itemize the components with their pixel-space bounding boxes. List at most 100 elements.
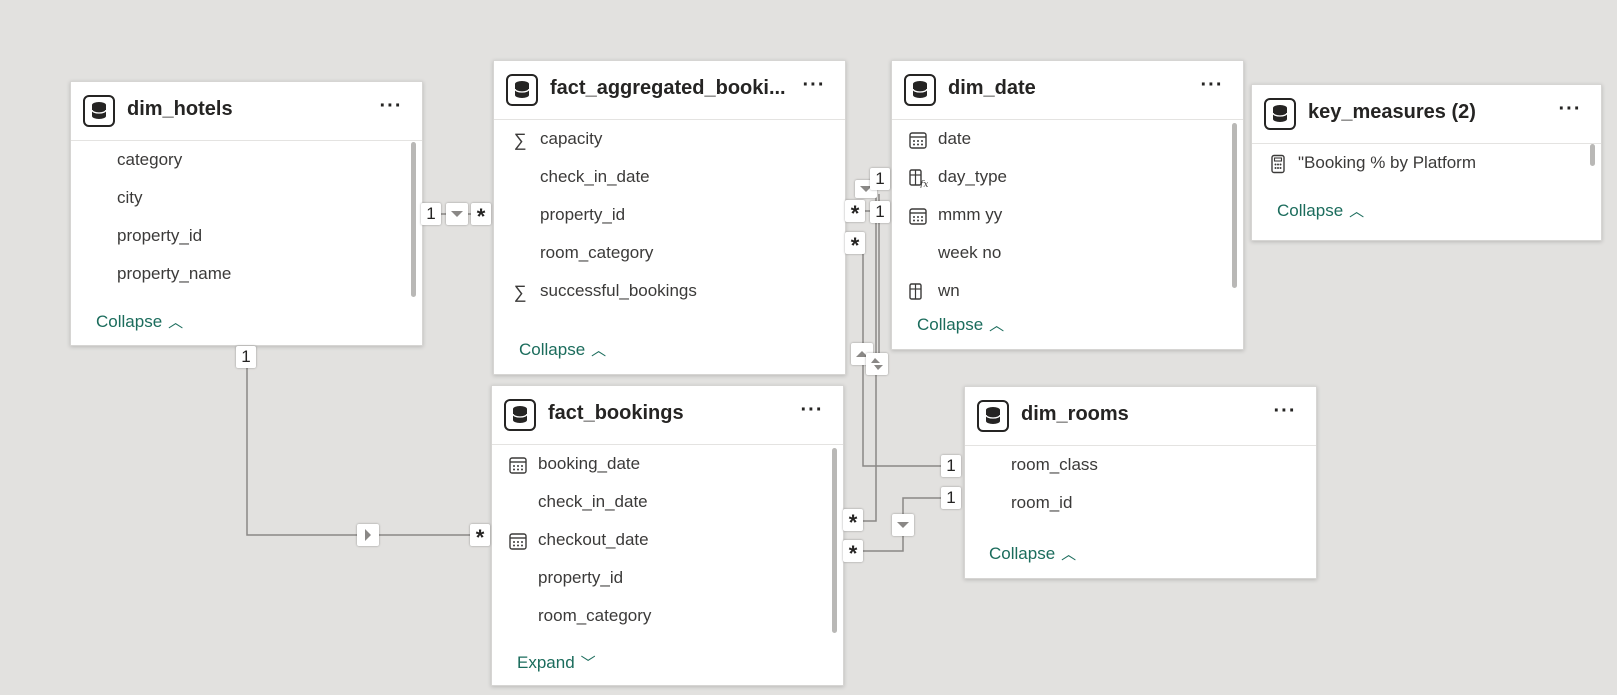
cardinality-many-badge[interactable]: * xyxy=(845,200,865,226)
table-header[interactable]: dim_date ··· xyxy=(892,61,1243,120)
table-icon xyxy=(504,399,536,431)
collapse-toggle[interactable]: Collapse ︿ xyxy=(917,314,1004,335)
field-name: property_id xyxy=(538,568,624,587)
field-name: mmm yy xyxy=(938,205,1003,224)
sigma-icon: ∑ xyxy=(513,130,527,150)
field-item[interactable]: ∑ capacity xyxy=(494,120,845,158)
table-title: fact_bookings xyxy=(548,402,684,424)
scrollbar[interactable] xyxy=(411,142,416,297)
field-name: "Booking % by Platform xyxy=(1298,153,1477,172)
field-item[interactable]: property_name xyxy=(71,255,422,293)
cardinality-many-badge[interactable]: * xyxy=(843,540,863,566)
collapse-toggle[interactable]: Collapse ︿ xyxy=(96,311,183,332)
field-item[interactable]: room_category xyxy=(492,597,843,635)
field-item[interactable]: check_in_date xyxy=(494,158,845,196)
field-item[interactable]: ∑ successful_bookings xyxy=(494,272,845,310)
calendar-icon xyxy=(909,208,927,225)
field-name: city xyxy=(117,188,143,207)
filter-direction-down-icon[interactable] xyxy=(892,514,914,536)
field-item[interactable]: wn xyxy=(892,272,1243,300)
table-header[interactable]: fact_bookings ··· xyxy=(492,386,843,445)
table-card-fact-bookings[interactable]: fact_bookings ··· booking_date check_in_… xyxy=(491,385,844,686)
table-card-fact-aggregated-bookings[interactable]: fact_aggregated_booki... ··· ∑ capacity c… xyxy=(493,60,846,375)
cardinality-many-badge[interactable]: * xyxy=(843,509,863,535)
field-name: check_in_date xyxy=(538,492,648,511)
field-name: room_category xyxy=(538,606,652,625)
field-item[interactable]: date xyxy=(892,120,1243,158)
more-options-button[interactable]: ··· xyxy=(1272,401,1298,423)
field-item[interactable]: check_in_date xyxy=(492,483,843,521)
collapse-toggle[interactable]: Collapse ︿ xyxy=(989,543,1076,564)
calendar-icon xyxy=(509,533,527,550)
cardinality-one-badge[interactable]: 1 xyxy=(870,201,890,223)
field-list: booking_date check_in_date checkout_date… xyxy=(492,445,843,641)
field-item[interactable]: room_class xyxy=(965,446,1316,484)
scrollbar[interactable] xyxy=(1590,144,1595,166)
field-item[interactable]: property_id xyxy=(494,196,845,234)
table-title: dim_date xyxy=(948,77,1036,99)
field-name: checkout_date xyxy=(538,530,649,549)
calculator-icon xyxy=(1271,154,1285,174)
field-name: check_in_date xyxy=(540,167,650,186)
field-item[interactable]: "Booking % by Platform xyxy=(1252,144,1601,182)
field-item[interactable]: mmm yy xyxy=(892,196,1243,234)
collapse-toggle[interactable]: Collapse ︿ xyxy=(1277,200,1364,221)
filter-direction-down-icon[interactable] xyxy=(446,203,468,225)
toggle-label: Collapse xyxy=(917,315,984,334)
field-item[interactable]: room_id xyxy=(965,484,1316,522)
table-card-dim-rooms[interactable]: dim_rooms ··· room_class room_id Collaps… xyxy=(964,386,1317,579)
collapse-toggle[interactable]: Collapse ︿ xyxy=(519,339,606,360)
field-item[interactable]: property_id xyxy=(492,559,843,597)
table-card-key-measures[interactable]: key_measures (2) ··· "Booking % by Platf… xyxy=(1251,84,1602,241)
cardinality-one-badge[interactable]: 1 xyxy=(870,168,890,190)
field-list: "Booking % by Platform xyxy=(1252,144,1601,188)
table-header[interactable]: dim_rooms ··· xyxy=(965,387,1316,446)
filter-direction-right-icon[interactable] xyxy=(357,524,379,546)
cardinality-one-badge[interactable]: 1 xyxy=(941,455,961,477)
field-item[interactable]: category xyxy=(71,141,422,179)
field-item[interactable]: property_id xyxy=(71,217,422,255)
bidirectional-filter-icon[interactable] xyxy=(866,353,888,375)
cardinality-one-badge[interactable]: 1 xyxy=(941,487,961,509)
sigma-icon: ∑ xyxy=(513,282,527,302)
expand-toggle[interactable]: Expand ﹀ xyxy=(517,652,596,673)
toggle-label: Collapse xyxy=(96,312,163,331)
field-item[interactable]: week no xyxy=(892,234,1243,272)
table-icon xyxy=(977,400,1009,432)
field-item[interactable]: room_category xyxy=(494,234,845,272)
toggle-label: Collapse xyxy=(989,544,1056,563)
field-name: category xyxy=(117,150,183,169)
scrollbar[interactable] xyxy=(832,448,837,633)
more-options-button[interactable]: ··· xyxy=(1199,75,1225,97)
field-name: day_type xyxy=(938,167,1007,186)
more-options-button[interactable]: ··· xyxy=(801,75,827,97)
table-header[interactable]: key_measures (2) ··· xyxy=(1252,85,1601,144)
cardinality-many-badge[interactable]: * xyxy=(471,203,491,229)
field-name: capacity xyxy=(540,129,603,148)
cardinality-one-badge[interactable]: 1 xyxy=(421,203,441,225)
field-name: wn xyxy=(938,281,960,300)
field-item[interactable]: fx day_type xyxy=(892,158,1243,196)
field-item[interactable]: booking_date xyxy=(492,445,843,483)
field-name: room_class xyxy=(1011,455,1098,474)
table-card-dim-hotels[interactable]: dim_hotels ··· category city property_id… xyxy=(70,81,423,346)
chevron-up-icon: ︿ xyxy=(591,342,607,359)
scrollbar[interactable] xyxy=(1232,123,1237,288)
table-header[interactable]: fact_aggregated_booki... ··· xyxy=(494,61,845,120)
field-name: room_id xyxy=(1011,493,1073,512)
field-item[interactable]: checkout_date xyxy=(492,521,843,559)
calculated-column-icon xyxy=(909,283,922,300)
table-card-dim-date[interactable]: dim_date ··· date fx day_type mmm yy wee… xyxy=(891,60,1244,350)
cardinality-one-badge[interactable]: 1 xyxy=(236,346,256,368)
more-options-button[interactable]: ··· xyxy=(378,96,404,118)
more-options-button[interactable]: ··· xyxy=(1557,99,1583,121)
cardinality-many-badge[interactable]: * xyxy=(845,232,865,258)
more-options-button[interactable]: ··· xyxy=(799,400,825,422)
calendar-icon xyxy=(509,457,527,474)
table-icon xyxy=(1264,98,1296,130)
cardinality-many-badge[interactable]: * xyxy=(470,524,490,550)
table-header[interactable]: dim_hotels ··· xyxy=(71,82,422,141)
field-item[interactable]: city xyxy=(71,179,422,217)
table-title: dim_hotels xyxy=(127,98,233,120)
field-name: booking_date xyxy=(538,454,641,473)
